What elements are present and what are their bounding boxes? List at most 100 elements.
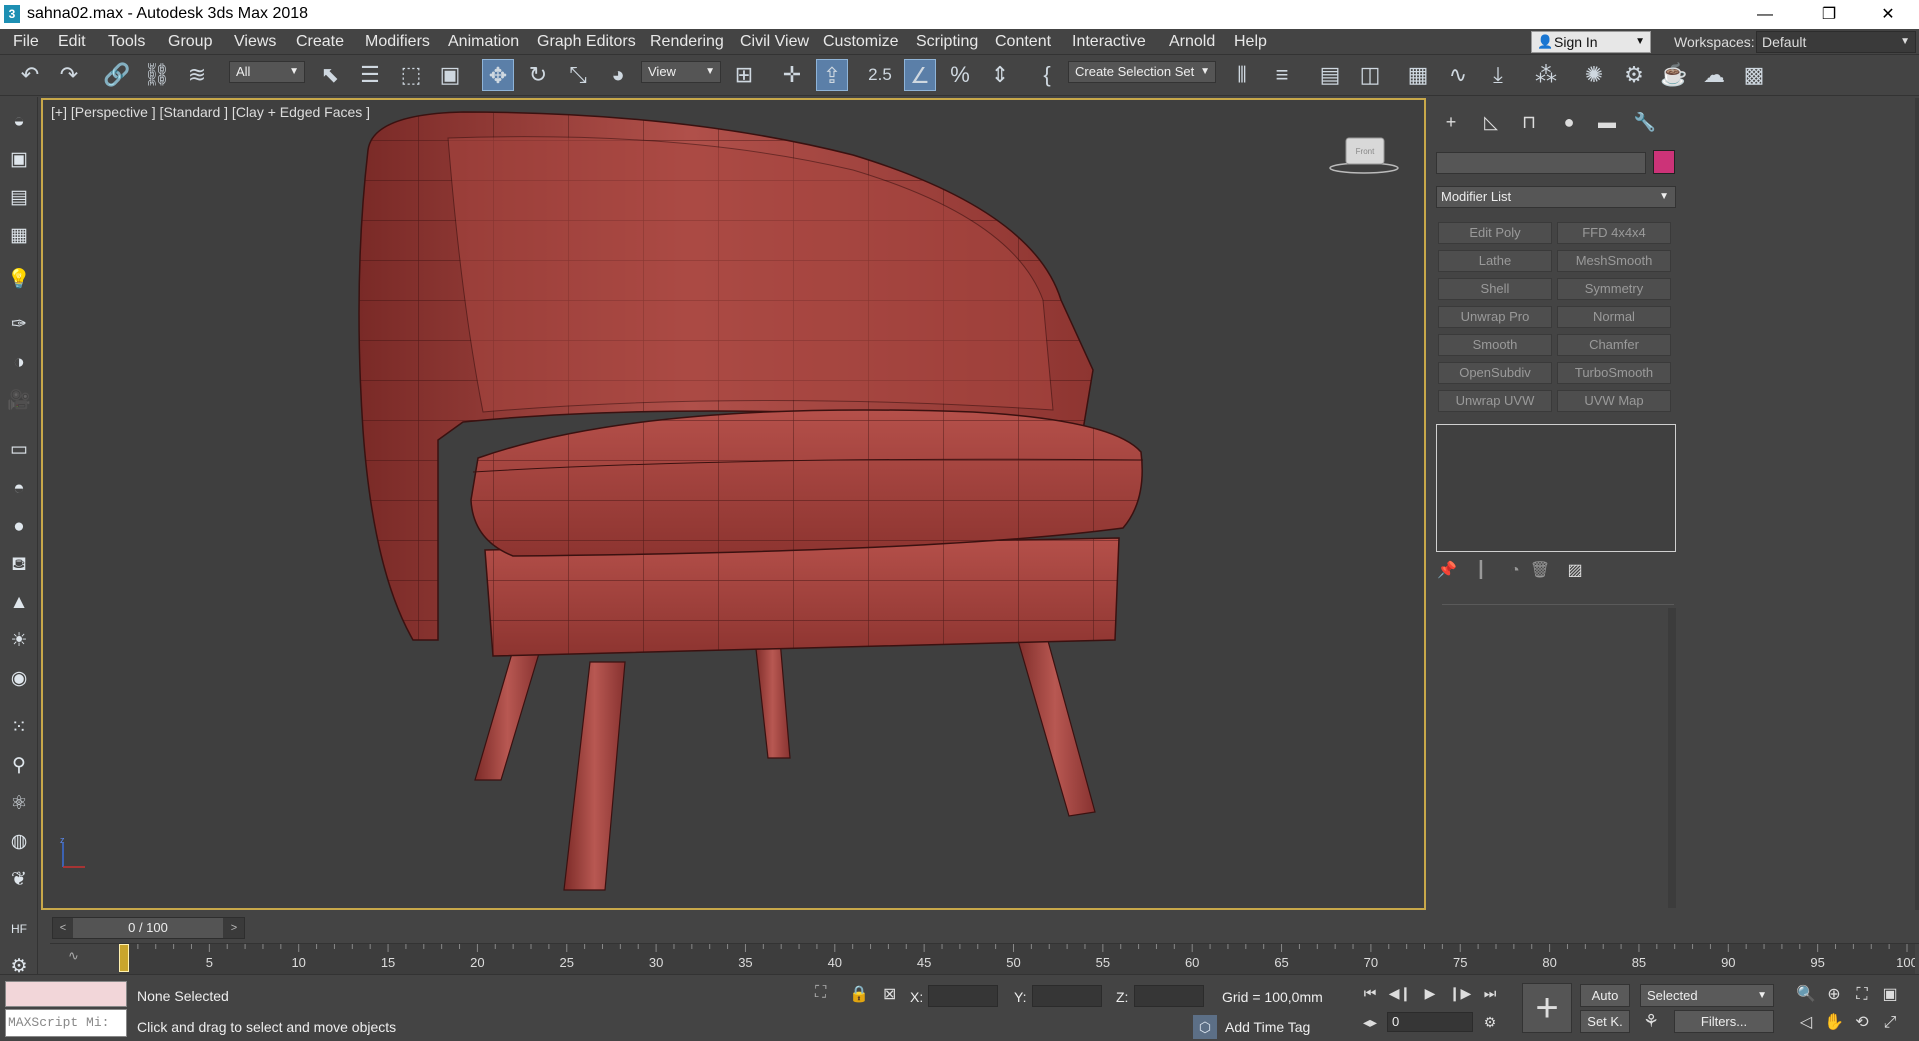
named-sets-icon[interactable]: {: [1031, 59, 1063, 91]
render-setup-icon[interactable]: ⚙: [1618, 59, 1650, 91]
camera-icon[interactable]: 🎥: [6, 388, 32, 414]
menu-edit[interactable]: Edit: [58, 33, 86, 51]
modifier-button[interactable]: Lathe: [1438, 250, 1552, 272]
menu-group[interactable]: Group: [168, 33, 212, 51]
menu-animation[interactable]: Animation: [448, 33, 519, 51]
menu-help[interactable]: Help: [1234, 33, 1267, 51]
add-time-tag[interactable]: Add Time Tag: [1225, 1019, 1310, 1035]
modifier-button[interactable]: TurboSmooth: [1557, 362, 1671, 384]
modifier-button[interactable]: Symmetry: [1557, 278, 1671, 300]
time-slider-bar[interactable]: < 0 / 100 >: [52, 917, 245, 939]
isolate-icon[interactable]: ⛶: [815, 984, 826, 1002]
armchair-model[interactable]: [43, 100, 1424, 908]
image-icon[interactable]: ▣: [6, 147, 32, 173]
create-selection-set-dropdown[interactable]: Create Selection Set ▼: [1068, 61, 1216, 83]
place-icon[interactable]: ◕: [602, 59, 634, 91]
percent-snap-icon[interactable]: %: [944, 59, 976, 91]
make-unique-icon[interactable]: ◔: [1504, 560, 1526, 582]
menu-scripting[interactable]: Scripting: [916, 33, 978, 51]
render-icon[interactable]: ☁: [1698, 59, 1730, 91]
grid-panel-icon[interactable]: ▦: [6, 223, 32, 249]
close-button[interactable]: ✕: [1865, 2, 1911, 28]
unlink-icon[interactable]: ⛓: [141, 59, 173, 91]
timeline-ruler[interactable]: 5 10 15 20 25 30 35 40 45 50 55 60 65 70 75 80 85 90 95 100: [119, 944, 1918, 974]
object-name-field[interactable]: [1436, 152, 1646, 174]
cone-icon[interactable]: ▲: [6, 590, 32, 616]
modify-tab-icon[interactable]: ◺: [1478, 110, 1504, 134]
brush-icon[interactable]: ✑: [6, 312, 32, 338]
previous-key-icon[interactable]: ◀❙: [1388, 981, 1412, 1005]
bone-icon[interactable]: ⚲: [6, 753, 32, 779]
x-coord-field[interactable]: [928, 985, 998, 1007]
hf-icon[interactable]: HF: [6, 916, 32, 942]
keyboard-shortcut-icon[interactable]: ⇪: [816, 59, 848, 91]
go-to-end-icon[interactable]: ⏭: [1478, 981, 1502, 1005]
window-crossing-icon[interactable]: ▣: [434, 59, 466, 91]
biped-icon[interactable]: ⚛: [6, 791, 32, 817]
menu-views[interactable]: Views: [234, 33, 276, 51]
configure-sets-icon[interactable]: ▨: [1564, 560, 1586, 582]
scale-icon[interactable]: ⤡: [562, 59, 594, 91]
z-coord-field[interactable]: [1134, 985, 1204, 1007]
reference-coord-dropdown[interactable]: View ▼: [641, 61, 721, 83]
plane-icon[interactable]: ▭: [6, 437, 32, 463]
workspace-dropdown[interactable]: Default ▼: [1756, 31, 1916, 53]
globe-icon[interactable]: ◍: [6, 829, 32, 855]
sign-in-dropdown[interactable]: 👤 Sign In ▼: [1531, 31, 1651, 53]
snaps-icon[interactable]: 2.5: [864, 59, 896, 91]
redo-icon[interactable]: ↷: [53, 59, 85, 91]
particles-icon[interactable]: ⁙: [6, 715, 32, 741]
zoom-extents-icon[interactable]: ⛶: [1850, 983, 1874, 1007]
menu-rendering[interactable]: Rendering: [650, 33, 724, 51]
menu-modifiers[interactable]: Modifiers: [365, 33, 430, 51]
select-manipulate-icon[interactable]: ✛: [776, 59, 808, 91]
next-frame-button[interactable]: >: [224, 918, 244, 938]
modifier-list-dropdown[interactable]: Modifier List ▼: [1436, 186, 1676, 208]
modifier-button[interactable]: FFD 4x4x4: [1557, 222, 1671, 244]
zoom-all-icon[interactable]: ⊕: [1822, 983, 1846, 1007]
object-color-swatch[interactable]: [1653, 150, 1675, 174]
time-tag-icon[interactable]: ⬡: [1193, 1015, 1217, 1039]
sphere-icon[interactable]: ●: [6, 514, 32, 540]
next-key-icon[interactable]: ❙▶: [1448, 981, 1472, 1005]
dope-sheet-icon[interactable]: ⤓: [1482, 59, 1514, 91]
menu-arnold[interactable]: Arnold: [1169, 33, 1215, 51]
menu-file[interactable]: File: [13, 33, 39, 51]
lock-icon[interactable]: 🔒: [849, 984, 869, 1004]
pivot-icon[interactable]: ⊞: [728, 59, 760, 91]
pan-icon[interactable]: ✋: [1822, 1011, 1846, 1035]
orbit-icon[interactable]: ⟲: [1850, 1011, 1874, 1035]
utilities-tab-icon[interactable]: 🔧: [1632, 110, 1658, 134]
selection-filter-dropdown[interactable]: All ▼: [229, 61, 305, 83]
current-frame-field[interactable]: 0: [1387, 1012, 1473, 1032]
menu-graph-editors[interactable]: Graph Editors: [537, 33, 636, 51]
auto-key-button[interactable]: Auto: [1580, 984, 1630, 1007]
maximize-button[interactable]: ❐: [1806, 2, 1852, 28]
pin-stack-icon[interactable]: 📌: [1436, 560, 1458, 582]
motion-tab-icon[interactable]: ●: [1556, 110, 1582, 134]
menu-content[interactable]: Content: [995, 33, 1051, 51]
display-tab-icon[interactable]: ▬: [1594, 110, 1620, 134]
modifier-button[interactable]: OpenSubdiv: [1438, 362, 1552, 384]
create-tab-icon[interactable]: +: [1438, 110, 1464, 134]
modifier-button[interactable]: Unwrap Pro: [1438, 306, 1552, 328]
remove-modifier-icon[interactable]: 🗑: [1529, 560, 1551, 582]
key-mode-icon[interactable]: ◂▸: [1358, 1010, 1382, 1034]
disc-icon[interactable]: ◉: [6, 666, 32, 692]
time-config-icon[interactable]: ⚙: [1478, 1010, 1502, 1034]
bind-spacewarp-icon[interactable]: ≋: [181, 59, 213, 91]
render-frame-icon[interactable]: ☕: [1658, 59, 1690, 91]
menu-tools[interactable]: Tools: [108, 33, 145, 51]
headphones-icon[interactable]: ◑: [6, 350, 32, 376]
minimize-button[interactable]: —: [1742, 2, 1788, 28]
teapot-icon[interactable]: ⛾: [6, 552, 32, 578]
link-icon[interactable]: 🔗: [101, 59, 133, 91]
key-filter-dropdown[interactable]: Selected ▼: [1640, 984, 1774, 1007]
eye-icon[interactable]: ◒: [6, 109, 32, 135]
key-filters-button[interactable]: Filters...: [1674, 1010, 1774, 1033]
set-key-button[interactable]: Set K.: [1580, 1010, 1630, 1033]
absolute-mode-icon[interactable]: ⊠: [883, 984, 896, 1004]
rect-region-icon[interactable]: ⬚: [395, 59, 427, 91]
modifier-button[interactable]: UVW Map: [1557, 390, 1671, 412]
viewcube[interactable]: Front: [1328, 130, 1400, 176]
